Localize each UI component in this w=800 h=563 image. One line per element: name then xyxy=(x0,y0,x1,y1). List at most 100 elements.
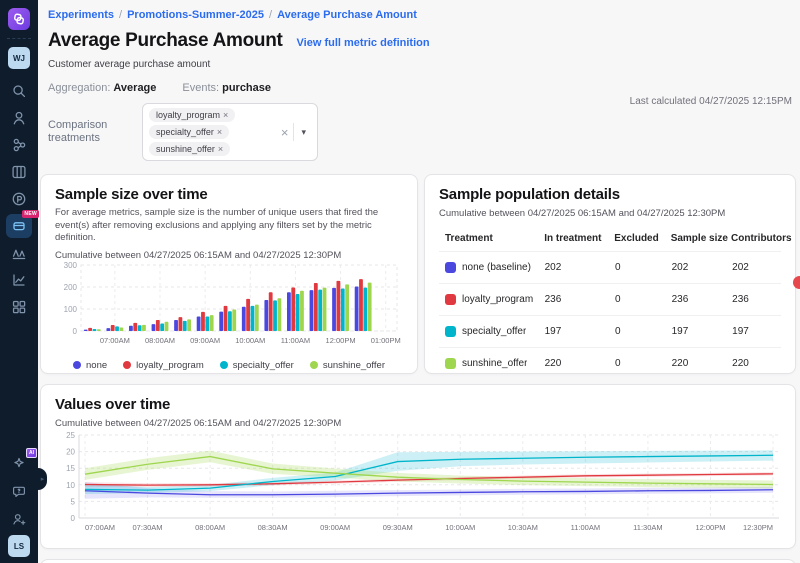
breadcrumb: Experiments / Promotions-Summer-2025 / Avera… xyxy=(48,9,792,21)
svg-text:0: 0 xyxy=(71,514,76,523)
logo-knot-icon xyxy=(11,11,27,27)
svg-text:11:30AM: 11:30AM xyxy=(633,523,662,532)
user-avatar[interactable]: LS xyxy=(8,535,30,557)
svg-text:15: 15 xyxy=(66,464,75,473)
svg-text:09:30AM: 09:30AM xyxy=(383,523,413,532)
grid-icon xyxy=(9,297,29,317)
table-row: specialty_offer 197 0 197 197 xyxy=(439,315,781,347)
treatment-chip[interactable]: sunshine_offer× xyxy=(149,142,230,156)
sample-size-title: Sample size over time xyxy=(55,186,403,203)
treatment-chip[interactable]: loyalty_program× xyxy=(149,108,235,122)
treatment-chip[interactable]: specialty_offer× xyxy=(149,125,229,139)
clear-all-icon[interactable]: × xyxy=(276,125,294,140)
invite-user-button[interactable] xyxy=(6,507,32,531)
pulse-button[interactable] xyxy=(6,187,32,211)
sample-size-card: Sample size over time For average metric… xyxy=(40,174,418,374)
cell-value: 197 xyxy=(732,326,781,337)
svg-text:200: 200 xyxy=(64,283,78,292)
series-swatch xyxy=(445,294,456,305)
cell-value: 0 xyxy=(615,262,672,273)
svg-text:10:00AM: 10:00AM xyxy=(445,523,475,532)
cell-value: 197 xyxy=(672,326,733,337)
sample-size-bar-chart: 010020030007:00AM08:00AM09:00AM10:00AM11… xyxy=(55,261,401,359)
population-table: Treatment In treatment Excluded Sample s… xyxy=(439,227,781,374)
breadcrumb-experiment-name[interactable]: Promotions-Summer-2025 xyxy=(127,9,264,21)
breadcrumb-experiments[interactable]: Experiments xyxy=(48,9,114,21)
series-swatch xyxy=(445,358,456,369)
legend-dot-icon xyxy=(220,361,228,369)
view-metric-definition-link[interactable]: View full metric definition xyxy=(297,37,430,49)
svg-text:08:30AM: 08:30AM xyxy=(258,523,288,532)
columns-icon xyxy=(9,162,29,182)
search-button[interactable] xyxy=(6,79,32,103)
chevron-down-icon[interactable]: ▾ xyxy=(294,127,313,138)
values-range: Cumulative between 04/27/2025 06:15AM an… xyxy=(55,418,781,429)
metrics-aa-icon xyxy=(9,243,29,263)
ai-badge: AI xyxy=(26,448,37,458)
experiments-button[interactable]: NEW xyxy=(6,214,32,238)
treatment-name: sunshine_offer xyxy=(462,358,527,369)
values-over-time-card: Values over time Cumulative between 04/2… xyxy=(40,384,796,549)
values-title: Values over time xyxy=(55,396,781,413)
chip-remove-icon[interactable]: × xyxy=(223,110,228,120)
col-treatment: Treatment xyxy=(445,233,544,244)
population-card: Sample population details Cumulative bet… xyxy=(424,174,796,374)
insights-button[interactable] xyxy=(6,268,32,292)
legend-label: specialty_offer xyxy=(233,360,294,371)
ai-assistant-button[interactable]: AI xyxy=(6,451,32,475)
chart-legend: none loyalty_program specialty_offer sunshi… xyxy=(55,360,403,371)
treatments-multiselect[interactable]: loyalty_program× specialty_offer× sunshi… xyxy=(142,103,318,161)
legend-item[interactable]: specialty_offer xyxy=(220,360,294,371)
cell-value: 236 xyxy=(732,294,781,305)
chat-bubble-icon xyxy=(10,482,28,500)
legend-label: loyalty_program xyxy=(136,360,204,371)
metrics-button[interactable] xyxy=(6,241,32,265)
last-calculated-text: Last calculated 04/27/2025 12:15PM xyxy=(630,96,792,107)
svg-text:09:00AM: 09:00AM xyxy=(320,523,350,532)
sample-size-description: For average metrics, sample size is the … xyxy=(55,207,403,245)
sidebar-divider xyxy=(7,38,31,39)
col-sample-size: Sample size xyxy=(671,233,731,244)
cell-value: 0 xyxy=(615,326,672,337)
users-button[interactable] xyxy=(6,106,32,130)
svg-text:10:30AM: 10:30AM xyxy=(508,523,538,532)
cell-value: 236 xyxy=(545,294,615,305)
svg-text:12:00PM: 12:00PM xyxy=(326,336,356,345)
statsig-logo[interactable] xyxy=(8,8,30,30)
col-in-treatment: In treatment xyxy=(544,233,614,244)
legend-item[interactable]: sunshine_offer xyxy=(310,360,385,371)
aggregation-value: Average xyxy=(113,82,156,94)
events-value: purchase xyxy=(222,82,271,94)
col-excluded: Excluded xyxy=(614,233,670,244)
legend-label: none xyxy=(86,360,107,371)
legend-item[interactable]: loyalty_program xyxy=(123,360,204,371)
events-label: Events: xyxy=(182,82,219,94)
breadcrumb-metric-name[interactable]: Average Purchase Amount xyxy=(277,9,417,21)
values-line-chart: 051015202507:00AM07:30AM08:00AM08:30AM09… xyxy=(55,432,783,544)
treatment-name: loyalty_program xyxy=(462,294,533,305)
cell-value: 220 xyxy=(732,358,781,369)
legend-dot-icon xyxy=(73,361,81,369)
table-row: loyalty_program 236 0 236 236 xyxy=(439,283,781,315)
chip-remove-icon[interactable]: × xyxy=(218,144,223,154)
col-contributors: Contributors xyxy=(731,233,781,244)
feature-gates-button[interactable] xyxy=(6,133,32,157)
treatment-name: specialty_offer xyxy=(462,326,526,337)
chip-remove-icon[interactable]: × xyxy=(217,127,222,137)
svg-text:07:30AM: 07:30AM xyxy=(133,523,163,532)
cell-value: 236 xyxy=(672,294,733,305)
support-chat-button[interactable] xyxy=(6,479,32,503)
breadcrumb-separator: / xyxy=(119,9,122,21)
comparison-row: Comparison treatments loyalty_program× s… xyxy=(48,103,792,161)
cell-value: 202 xyxy=(545,262,615,273)
comparison-label: Comparison treatments xyxy=(48,119,134,145)
columns-button[interactable] xyxy=(6,160,32,184)
svg-text:25: 25 xyxy=(66,432,75,440)
dashboards-button[interactable] xyxy=(6,295,32,319)
svg-text:0: 0 xyxy=(73,327,78,336)
legend-item[interactable]: none xyxy=(73,360,107,371)
workspace-avatar[interactable]: WJ xyxy=(8,47,30,69)
breadcrumb-separator: / xyxy=(269,9,272,21)
svg-text:12:00PM: 12:00PM xyxy=(695,523,725,532)
edge-notification-dot[interactable] xyxy=(793,276,800,289)
